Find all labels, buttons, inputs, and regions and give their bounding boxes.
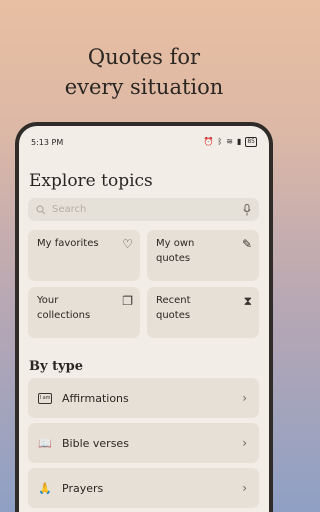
type-row-label: Bible verses (62, 436, 129, 450)
search-icon (36, 204, 46, 214)
tile-label: Recent (156, 295, 191, 306)
battery-icon: 85 (245, 137, 257, 147)
microphone-icon[interactable] (243, 203, 251, 216)
i-am-icon: I am (38, 392, 52, 404)
tile-my-own-quotes[interactable]: My own quotes ✎ (147, 230, 259, 281)
search-input[interactable]: Search (28, 198, 259, 221)
page-title: Explore topics (29, 171, 153, 191)
phone-frame: 5:13 PM ⏰ ᛒ ≋ ▮ 85 Explore topics Search (15, 122, 273, 512)
pen-icon: ✎ (241, 237, 252, 251)
wifi-icon: ≋ (226, 137, 233, 146)
search-placeholder: Search (52, 204, 87, 215)
headline-line-2: every situation (64, 75, 224, 99)
bluetooth-icon: ᛒ (217, 137, 223, 146)
status-bar: 5:13 PM ⏰ ᛒ ≋ ▮ 85 (31, 136, 257, 148)
chevron-right-icon: › (242, 481, 247, 495)
hourglass-icon: ⧗ (243, 294, 252, 308)
type-row-prayers[interactable]: 🙏 Prayers › (28, 468, 259, 508)
tile-label-2: quotes (156, 253, 191, 264)
heart-icon: ♡ (122, 237, 133, 251)
i-am-icon-text: I am (38, 392, 52, 404)
type-row-label: Prayers (62, 481, 104, 495)
alarm-icon: ⏰ (203, 137, 214, 146)
tile-label-2: collections (37, 310, 91, 321)
tile-recent-quotes[interactable]: Recent quotes ⧗ (147, 287, 259, 338)
tile-my-favorites[interactable]: My favorites ♡ (28, 230, 140, 281)
book-icon: 📖 (38, 436, 52, 450)
status-icons: ⏰ ᛒ ≋ ▮ 85 (203, 137, 257, 147)
status-time: 5:13 PM (31, 137, 64, 147)
chevron-right-icon: › (242, 391, 247, 405)
type-row-affirmations[interactable]: I am Affirmations › (28, 378, 259, 418)
praying-hands-icon: 🙏 (38, 481, 52, 495)
signal-icon: ▮ (236, 137, 242, 146)
phone-screen: 5:13 PM ⏰ ᛒ ≋ ▮ 85 Explore topics Search (19, 126, 269, 512)
tile-your-collections[interactable]: Your collections ❐ (28, 287, 140, 338)
collections-icon: ❐ (122, 294, 133, 308)
type-row-label: Affirmations (62, 391, 129, 405)
tile-label: My own (156, 238, 195, 249)
tile-label: Your (37, 295, 59, 306)
type-row-bible-verses[interactable]: 📖 Bible verses › (28, 423, 259, 463)
headline-line-1: Quotes for (87, 45, 201, 69)
section-title-by-type: By type (29, 359, 83, 374)
chevron-right-icon: › (242, 436, 247, 450)
headline: Quotes for every situation (0, 42, 288, 102)
tile-label-2: quotes (156, 310, 191, 321)
tile-label: My favorites (37, 238, 99, 249)
